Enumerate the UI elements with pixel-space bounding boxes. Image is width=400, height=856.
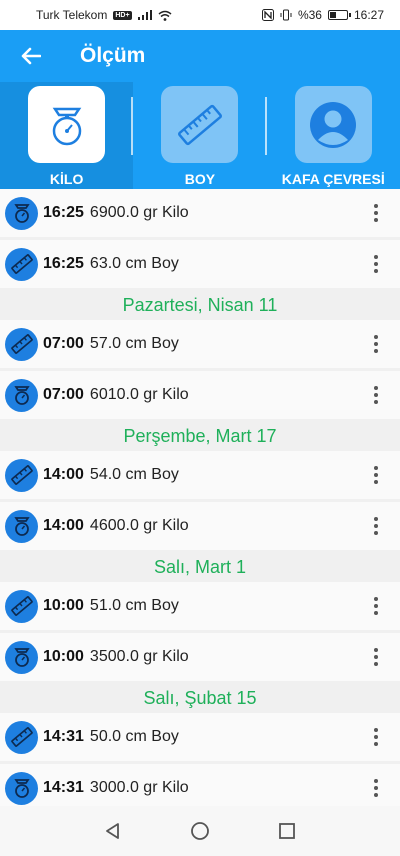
entry-value: 4600.0 gr Kilo (89, 517, 189, 534)
list-item[interactable]: 14:31 3000.0 gr Kilo (0, 764, 400, 806)
back-button[interactable] (0, 30, 62, 82)
entry-value: 3000.0 gr Kilo (89, 779, 189, 796)
entry-value: 63.0 cm Boy (89, 255, 179, 272)
system-nav-bar (0, 806, 400, 856)
ruler-icon (5, 247, 38, 281)
date-header: Perşembe, Mart 17 (123, 426, 277, 446)
list-item[interactable]: 16:25 63.0 cm Boy (0, 240, 400, 288)
status-left: Turk Telekom HD+ (36, 8, 172, 22)
list-item[interactable]: 14:00 54.0 cm Boy (0, 451, 400, 499)
entry-time: 14:31 (43, 728, 84, 745)
date-header: Salı, Şubat 15 (143, 688, 257, 708)
tab-kafa-label: KAFA ÇEVRESİ (281, 171, 385, 187)
person-icon (310, 101, 357, 148)
more-vert-icon[interactable] (356, 779, 396, 797)
status-right: %36 16:27 (261, 8, 384, 22)
entry-value: 57.0 cm Boy (89, 335, 179, 352)
entry-time: 16:25 (43, 255, 84, 272)
entry-time: 14:00 (43, 466, 84, 483)
list-item[interactable]: 14:00 4600.0 gr Kilo (0, 502, 400, 550)
app-bar: Ölçüm (0, 30, 400, 82)
entry-time: 07:00 (43, 335, 84, 352)
tab-kilo-label: KİLO (49, 171, 84, 187)
scale-icon (5, 509, 38, 543)
clock: 16:27 (353, 8, 384, 22)
list-item[interactable]: 14:31 50.0 cm Boy (0, 713, 400, 761)
entry-value: 50.0 cm Boy (89, 728, 179, 745)
more-vert-icon[interactable] (356, 386, 396, 404)
more-vert-icon[interactable] (356, 204, 396, 222)
battery-icon (327, 10, 351, 20)
page-title: Ölçüm (80, 44, 146, 67)
entry-value: 51.0 cm Boy (89, 597, 179, 614)
entry-value: 3500.0 gr Kilo (89, 648, 189, 665)
tab-kafa-iconbox (294, 86, 372, 163)
carrier-name: Turk Telekom (36, 8, 108, 22)
entry-value: 54.0 cm Boy (89, 466, 179, 483)
more-vert-icon[interactable] (356, 517, 396, 535)
list-item[interactable]: 10:00 3500.0 gr Kilo (0, 633, 400, 681)
list-item[interactable]: 07:00 6010.0 gr Kilo (0, 371, 400, 419)
more-vert-icon[interactable] (356, 648, 396, 666)
scale-icon (52, 107, 81, 145)
wifi-icon (158, 10, 172, 21)
more-vert-icon[interactable] (356, 335, 396, 353)
ruler-icon (5, 458, 38, 492)
triangle-back-icon (106, 823, 120, 839)
ruler-icon (5, 720, 38, 754)
scale-icon (5, 771, 38, 805)
tab-boy-iconbox (161, 86, 239, 163)
tab-boy-label: BOY (184, 171, 216, 187)
battery-percent: %36 (297, 8, 322, 22)
measurement-tabs: KİLO BOY KAFA ÇEVRESİ (0, 82, 400, 189)
measurement-list: 16:25 6900.0 gr Kilo 16:25 63.0 cm Boy P… (0, 189, 400, 806)
square-recents-icon (278, 823, 295, 839)
vibrate-icon (280, 9, 292, 21)
date-header: Pazartesi, Nisan 11 (122, 295, 278, 315)
scale-icon (5, 196, 38, 230)
more-vert-icon[interactable] (356, 255, 396, 273)
entry-time: 10:00 (43, 597, 84, 614)
status-bar: Turk Telekom HD+ %36 16:27 (0, 0, 400, 30)
scale-icon (5, 378, 38, 412)
nav-back-button[interactable] (98, 816, 128, 846)
list-item[interactable]: 07:00 57.0 cm Boy (0, 320, 400, 368)
list-item[interactable]: 16:25 6900.0 gr Kilo (0, 189, 400, 237)
entry-time: 10:00 (43, 648, 84, 665)
more-vert-icon[interactable] (356, 466, 396, 484)
more-vert-icon[interactable] (356, 597, 396, 615)
tab-kafa-cevresi[interactable]: KAFA ÇEVRESİ (267, 82, 400, 189)
entry-time: 14:31 (43, 779, 84, 796)
more-vert-icon[interactable] (356, 728, 396, 746)
nfc-icon (261, 9, 274, 21)
hd-badge: HD+ (113, 10, 132, 20)
scale-icon (5, 640, 38, 674)
list-item[interactable]: 10:00 51.0 cm Boy (0, 582, 400, 630)
ruler-icon (177, 104, 222, 145)
nav-recents-button[interactable] (272, 816, 302, 846)
ruler-icon (5, 589, 38, 623)
entry-time: 07:00 (43, 386, 84, 403)
circle-home-icon (191, 822, 209, 840)
entry-value: 6900.0 gr Kilo (89, 204, 189, 221)
ruler-icon (5, 327, 38, 361)
entry-time: 16:25 (43, 204, 84, 221)
date-header: Salı, Mart 1 (153, 557, 247, 577)
tab-kilo[interactable]: KİLO (0, 82, 134, 189)
signal-icon (137, 10, 152, 20)
tab-kilo-iconbox (28, 86, 106, 163)
entry-time: 14:00 (43, 517, 84, 534)
entry-value: 6010.0 gr Kilo (89, 386, 189, 403)
arrow-left-icon (21, 47, 41, 65)
tab-boy[interactable]: BOY (133, 82, 267, 189)
nav-home-button[interactable] (185, 816, 215, 846)
